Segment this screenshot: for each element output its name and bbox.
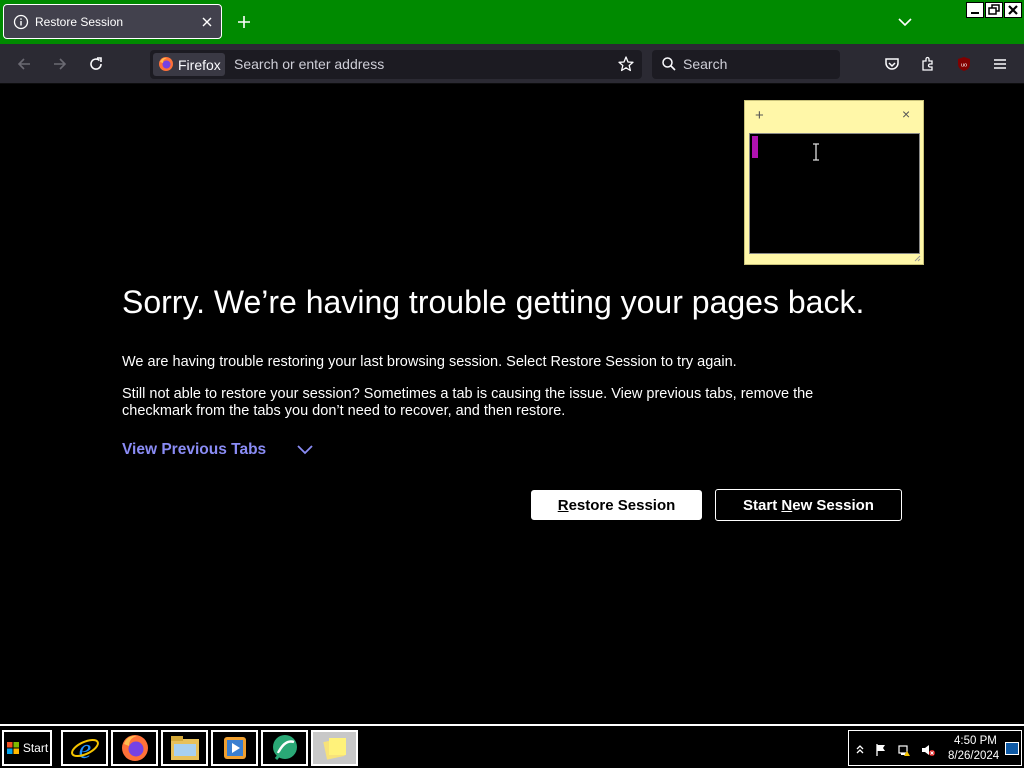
forward-icon[interactable] <box>51 55 69 73</box>
restore-window-icon <box>988 4 1000 15</box>
taskbar-firefox[interactable] <box>111 730 158 766</box>
firefox-icon <box>159 57 173 71</box>
clock-date[interactable]: 8/26/2024 <box>948 750 999 762</box>
taskbar-remote-assistance[interactable] <box>261 730 308 766</box>
svg-text:e: e <box>78 734 90 763</box>
svg-text:uo: uo <box>961 63 967 69</box>
restore-session-button[interactable]: Restore Session <box>531 490 702 520</box>
firefox-icon <box>121 735 148 761</box>
address-bar[interactable]: Firefox Search or enter address <box>150 50 642 79</box>
identity-box[interactable]: Firefox <box>153 53 225 76</box>
error-description: We are having trouble restoring your las… <box>122 354 737 370</box>
url-input[interactable]: Search or enter address <box>234 56 384 72</box>
media-player-icon <box>223 737 246 759</box>
error-hint: Still not able to restore your session? … <box>122 386 814 419</box>
chevron-down-icon[interactable] <box>296 443 314 457</box>
add-note-button[interactable]: + <box>755 107 764 124</box>
new-tab-icon[interactable] <box>236 14 252 30</box>
restore-window-button[interactable] <box>985 2 1003 18</box>
search-placeholder: Search <box>683 56 728 72</box>
windows-logo-icon <box>6 742 19 754</box>
minimize-icon <box>971 12 979 14</box>
show-hidden-icons-icon[interactable] <box>853 743 867 757</box>
bookmark-star-icon[interactable] <box>617 55 635 73</box>
pocket-icon[interactable] <box>883 55 901 73</box>
tab-title: Restore Session <box>35 15 124 29</box>
show-desktop-button[interactable] <box>1005 742 1019 755</box>
menu-icon[interactable] <box>991 55 1009 73</box>
tab-restore-session[interactable]: Restore Session <box>3 4 222 39</box>
volume-muted-icon[interactable] <box>921 743 935 757</box>
back-icon[interactable] <box>15 55 33 73</box>
extensions-icon[interactable] <box>919 55 937 73</box>
resize-grip-icon[interactable] <box>914 255 921 262</box>
start-label: Start <box>22 741 49 755</box>
close-window-button[interactable] <box>1004 2 1022 18</box>
list-all-tabs-icon[interactable] <box>897 14 913 30</box>
network-warning-icon[interactable] <box>897 743 911 757</box>
info-icon <box>13 14 29 30</box>
start-button[interactable]: Start <box>2 730 52 766</box>
navigation-toolbar: Firefox Search or enter address Search u… <box>0 44 1024 84</box>
error-title: Sorry. We’re having trouble getting your… <box>122 284 865 320</box>
internet-explorer-icon: e <box>70 734 99 763</box>
new-session-label-start: Start <box>743 496 782 514</box>
note-text-area[interactable] <box>749 133 920 254</box>
clock-time[interactable]: 4:50 PM <box>954 735 997 747</box>
ublock-origin-icon[interactable]: uo <box>955 55 973 73</box>
new-session-accesskey: N <box>781 496 793 514</box>
taskbar: Start e 4:50 PM 8/26/2024 <box>0 724 1024 768</box>
text-caret <box>752 136 758 158</box>
system-tray: 4:50 PM 8/26/2024 <box>848 730 1022 766</box>
file-explorer-icon <box>170 736 199 760</box>
taskbar-internet-explorer[interactable]: e <box>61 730 108 766</box>
taskbar-sticky-notes[interactable] <box>311 730 358 766</box>
start-new-session-button[interactable]: Start New Session <box>715 489 902 521</box>
sticky-note[interactable]: + × <box>744 100 924 265</box>
close-tab-icon[interactable] <box>200 15 214 29</box>
remote-assistance-icon <box>272 735 297 760</box>
taskbar-media-player[interactable] <box>211 730 258 766</box>
view-previous-tabs-link[interactable]: View Previous Tabs <box>122 441 266 459</box>
taskbar-file-explorer[interactable] <box>161 730 208 766</box>
action-center-flag-icon[interactable] <box>874 743 888 757</box>
search-bar[interactable]: Search <box>652 50 840 79</box>
sticky-notes-icon <box>322 738 346 760</box>
window-controls <box>966 2 1022 18</box>
new-session-label-rest: ew Session <box>792 496 874 514</box>
minimize-button[interactable] <box>966 2 984 18</box>
identity-label: Firefox <box>178 56 221 73</box>
restore-label: estore Session <box>568 496 676 514</box>
close-note-button[interactable]: × <box>902 106 910 122</box>
restore-accesskey: R <box>557 496 569 514</box>
close-icon <box>1008 5 1018 15</box>
i-beam-cursor-icon <box>813 143 819 161</box>
reload-icon[interactable] <box>87 55 105 73</box>
title-bar: Restore Session <box>0 0 1024 44</box>
search-icon <box>662 57 676 71</box>
